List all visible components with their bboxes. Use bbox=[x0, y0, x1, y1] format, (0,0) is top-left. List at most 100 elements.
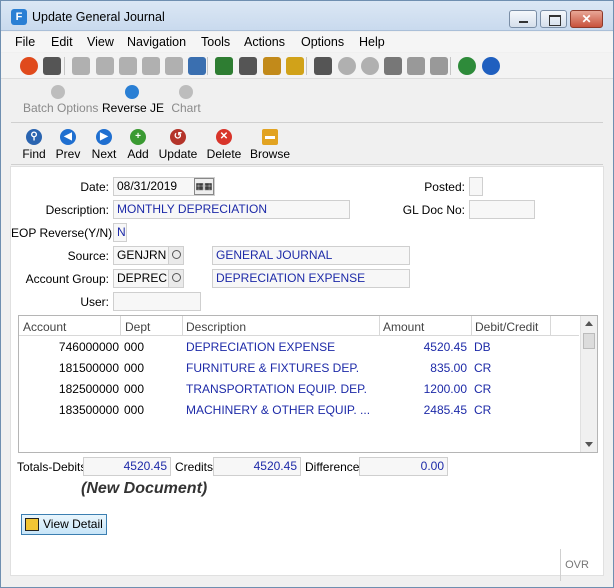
menu-edit[interactable]: Edit bbox=[51, 35, 73, 49]
scroll-thumb[interactable] bbox=[583, 333, 595, 349]
table-row[interactable]: 746000000 000 DEPRECIATION EXPENSE 4520.45 D… bbox=[19, 337, 579, 358]
delete-label: Delete bbox=[206, 147, 242, 161]
column-header-account[interactable]: Account bbox=[23, 320, 66, 334]
source-description-field: GENERAL JOURNAL bbox=[212, 246, 410, 265]
menu-tools[interactable]: Tools bbox=[201, 35, 230, 49]
select-icon[interactable] bbox=[165, 57, 183, 75]
table-row[interactable]: 182500000 000 TRANSPORTATION EQUIP. DEP. 12… bbox=[19, 379, 579, 400]
notepad-icon[interactable] bbox=[215, 57, 233, 75]
reverse-je-button[interactable]: Reverse JE bbox=[102, 85, 165, 115]
source-code-field[interactable]: GENJRN bbox=[113, 246, 169, 265]
upload-icon[interactable] bbox=[314, 57, 332, 75]
menu-view[interactable]: View bbox=[87, 35, 114, 49]
export-icon[interactable] bbox=[407, 57, 425, 75]
document-icon[interactable] bbox=[239, 57, 257, 75]
grid-vertical-scrollbar[interactable] bbox=[580, 316, 597, 452]
account-group-lookup-icon[interactable] bbox=[168, 269, 184, 288]
find-label: Find bbox=[22, 147, 46, 161]
find-icon: ⚲ bbox=[26, 129, 42, 145]
cell-debit-credit: CR bbox=[474, 382, 492, 396]
gl-doc-field[interactable] bbox=[469, 200, 535, 219]
cell-amount: 2485.45 bbox=[423, 403, 467, 417]
totals-debits-field: 4520.45 bbox=[83, 457, 171, 476]
update-button[interactable]: ↺ Update bbox=[158, 129, 198, 161]
menu-actions[interactable]: Actions bbox=[244, 35, 285, 49]
description-field[interactable]: MONTHLY DEPRECIATION bbox=[113, 200, 350, 219]
view-detail-button[interactable]: View Detail bbox=[21, 514, 107, 535]
cell-dept: 000 bbox=[124, 340, 145, 354]
calendar-icon[interactable] bbox=[286, 57, 304, 75]
cell-dept: 000 bbox=[124, 382, 145, 396]
table-row[interactable]: 183500000 000 MACHINERY & OTHER EQUIP. ...… bbox=[19, 400, 579, 421]
column-header-amount[interactable]: Amount bbox=[383, 320, 424, 334]
paste-icon[interactable] bbox=[142, 57, 160, 75]
cell-account: 746000000 bbox=[58, 340, 119, 354]
update-label: Update bbox=[158, 147, 198, 161]
cell-description: FURNITURE & FIXTURES DEP. bbox=[186, 361, 360, 375]
column-header-debit-credit[interactable]: Debit/Credit bbox=[475, 320, 538, 334]
window-title: Update General Journal bbox=[32, 10, 165, 24]
cancel-x-icon[interactable] bbox=[96, 57, 114, 75]
up-circle-icon[interactable] bbox=[361, 57, 379, 75]
cell-debit-credit: CR bbox=[474, 361, 492, 375]
column-header-dept[interactable]: Dept bbox=[125, 320, 150, 334]
check-icon[interactable] bbox=[72, 57, 90, 75]
prev-icon: ◀ bbox=[60, 129, 76, 145]
title-bar: F Update General Journal ✕ bbox=[1, 1, 613, 31]
toolbar-separator bbox=[306, 57, 307, 75]
menu-help[interactable]: Help bbox=[359, 35, 385, 49]
power-icon[interactable] bbox=[20, 57, 38, 75]
save-print-icon[interactable] bbox=[43, 57, 61, 75]
cell-amount: 1200.00 bbox=[423, 382, 467, 396]
add-icon: + bbox=[130, 129, 146, 145]
account-group-code-field[interactable]: DEPREC bbox=[113, 269, 169, 288]
form-divider bbox=[11, 164, 603, 165]
minimize-button[interactable] bbox=[509, 10, 537, 28]
copy-icon[interactable] bbox=[119, 57, 137, 75]
prev-button[interactable]: ◀ Prev bbox=[54, 129, 82, 161]
delete-doc-icon[interactable] bbox=[430, 57, 448, 75]
reverse-je-label: Reverse JE bbox=[102, 101, 165, 115]
table-row[interactable]: 181500000 000 FURNITURE & FIXTURES DEP. 835… bbox=[19, 358, 579, 379]
menu-options[interactable]: Options bbox=[301, 35, 344, 49]
menu-navigation[interactable]: Navigation bbox=[127, 35, 186, 49]
batch-options-button[interactable]: Batch Options bbox=[23, 85, 99, 115]
user-field[interactable] bbox=[113, 292, 201, 311]
scroll-down-icon[interactable] bbox=[585, 442, 593, 447]
shuffle-icon[interactable] bbox=[384, 57, 402, 75]
totals-debits-label: Totals-Debits bbox=[17, 460, 87, 474]
chart-button[interactable]: Chart bbox=[169, 85, 203, 115]
credits-label: Credits bbox=[175, 460, 214, 474]
next-button[interactable]: ▶ Next bbox=[90, 129, 118, 161]
attach-icon[interactable] bbox=[263, 57, 281, 75]
help-icon[interactable] bbox=[482, 57, 500, 75]
journal-lines-grid: Account Dept Description Amount Debit/Cr… bbox=[18, 315, 598, 453]
add-button[interactable]: + Add bbox=[125, 129, 151, 161]
calendar-icon[interactable]: ▦▦ bbox=[194, 178, 214, 195]
cell-dept: 000 bbox=[124, 403, 145, 417]
posted-field bbox=[469, 177, 483, 196]
source-label: Source: bbox=[67, 249, 109, 263]
cell-description: DEPRECIATION EXPENSE bbox=[186, 340, 336, 354]
source-lookup-icon[interactable] bbox=[168, 246, 184, 265]
find-icon[interactable] bbox=[188, 57, 206, 75]
account-group-label: Account Group: bbox=[25, 272, 109, 286]
batch-options-label: Batch Options bbox=[23, 101, 99, 115]
scroll-up-icon[interactable] bbox=[585, 321, 593, 326]
down-circle-icon[interactable] bbox=[338, 57, 356, 75]
difference-label: Difference bbox=[305, 460, 360, 474]
grid-header: Account Dept Description Amount Debit/Cr… bbox=[19, 316, 579, 336]
maximize-button[interactable] bbox=[540, 10, 567, 28]
chart-trend-icon[interactable] bbox=[458, 57, 476, 75]
menu-file[interactable]: File bbox=[15, 35, 35, 49]
eop-reverse-field[interactable]: N bbox=[113, 223, 127, 242]
close-button[interactable]: ✕ bbox=[570, 10, 603, 28]
view-detail-label: View Detail bbox=[43, 517, 103, 531]
standard-toolbar bbox=[1, 53, 613, 79]
cell-description: TRANSPORTATION EQUIP. DEP. bbox=[186, 382, 367, 396]
toolbar-separator bbox=[450, 57, 451, 75]
delete-button[interactable]: ✕ Delete bbox=[205, 129, 243, 161]
column-header-description[interactable]: Description bbox=[186, 320, 246, 334]
find-button[interactable]: ⚲ Find bbox=[21, 129, 47, 161]
browse-button[interactable]: ▬ Browse bbox=[250, 129, 290, 161]
